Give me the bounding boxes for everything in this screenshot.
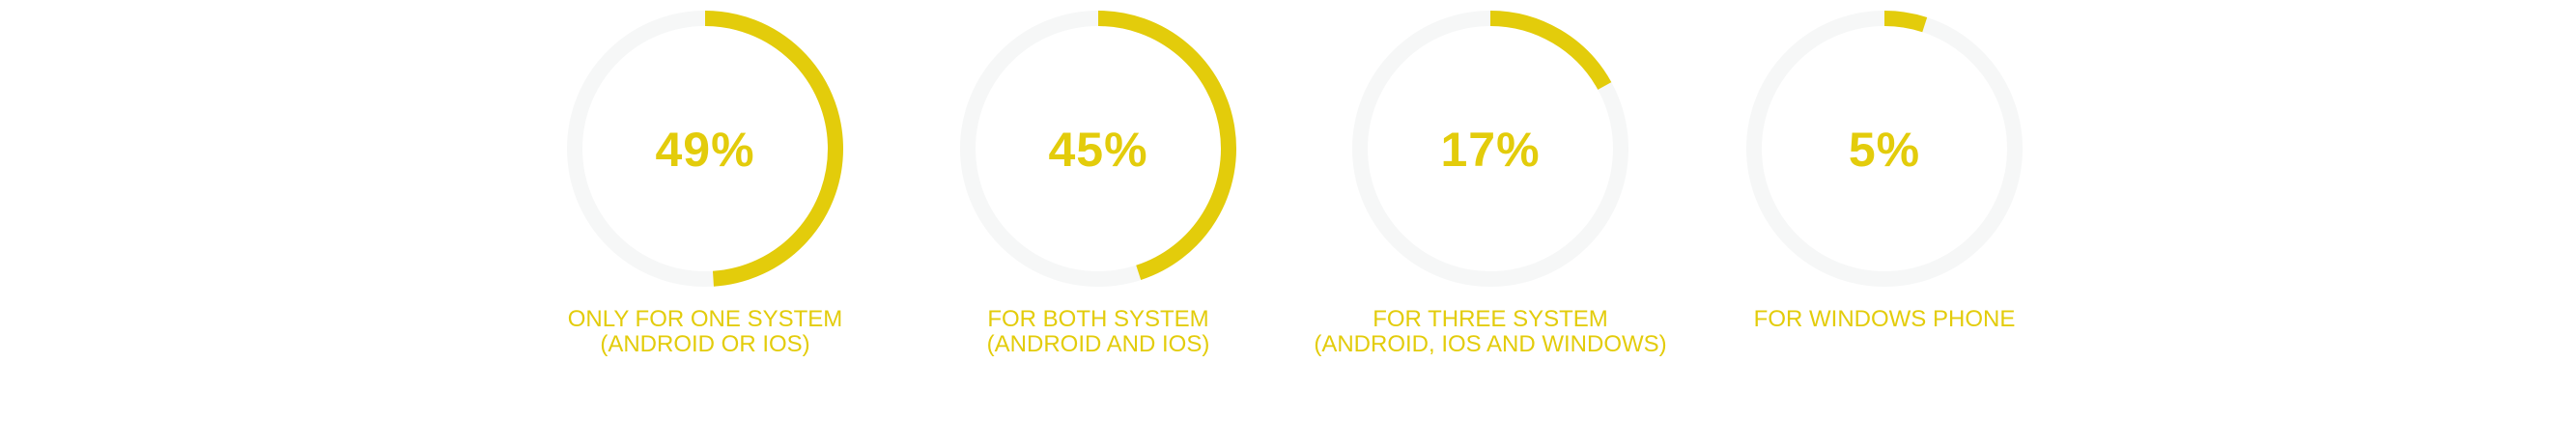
donut-caption-line: (ANDROID OR IOS) [600,331,809,357]
donut-caption-line: FOR BOTH SYSTEM [987,306,1208,332]
donut-percent-label: 5% [1849,123,1920,177]
donut-gauge: 49% ONLY FOR ONE SYSTEM(ANDROID OR IOS) [567,11,844,357]
donut-gauge: 17% FOR THREE SYSTEM(ANDROID, IOS AND WIN… [1314,11,1667,357]
donut-caption-line: ONLY FOR ONE SYSTEM [568,306,843,332]
donut-percent-label: 49% [655,123,754,177]
donut-gauge: 5% FOR WINDOWS PHONE [1746,11,2023,332]
donut-percent-label: 45% [1048,123,1147,177]
donut-percent-label: 17% [1440,123,1540,177]
donut-chart-row: 49% ONLY FOR ONE SYSTEM(ANDROID OR IOS) 45… [567,11,2023,357]
donut-caption-line: FOR THREE SYSTEM [1373,306,1608,332]
donut-gauge: 45% FOR BOTH SYSTEM(ANDROID AND IOS) [960,11,1236,357]
donut-caption-line: (ANDROID AND IOS) [987,331,1210,357]
donut-value-arc [1883,11,1928,33]
donut-caption-line: FOR WINDOWS PHONE [1754,306,2016,332]
donut-value-arc [1489,11,1612,90]
donut-caption-line: (ANDROID, IOS AND WINDOWS) [1314,331,1666,357]
